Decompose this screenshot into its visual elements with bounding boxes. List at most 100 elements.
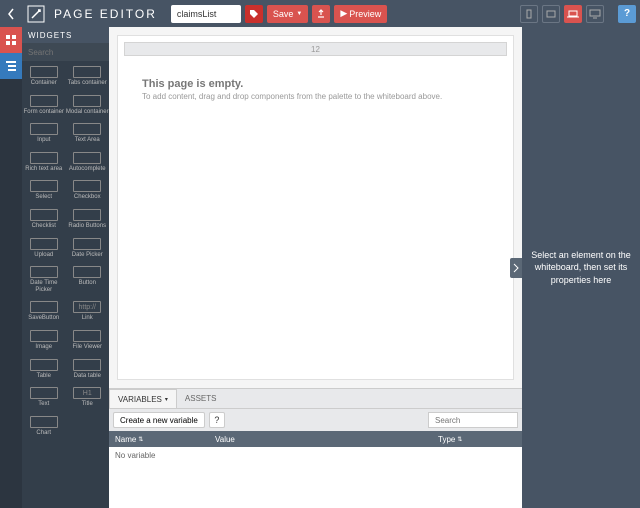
widget-icon — [73, 180, 101, 192]
widget-icon — [73, 209, 101, 221]
widget-label: Radio Buttons — [68, 223, 106, 230]
help-button[interactable]: ? — [618, 5, 636, 23]
widget-title[interactable]: H1Title — [66, 386, 110, 409]
col-name[interactable]: Name⇅ — [109, 431, 209, 447]
preview-button[interactable]: ▶ Preview — [334, 5, 387, 23]
widget-label: Table — [37, 373, 51, 380]
save-button[interactable]: Save ▼ — [267, 5, 308, 23]
widget-icon — [30, 266, 58, 278]
widget-icon — [30, 152, 58, 164]
column-ruler[interactable]: 12 — [124, 42, 507, 56]
chevron-left-icon — [7, 8, 15, 20]
col-type[interactable]: Type⇅ — [432, 431, 522, 447]
widget-container[interactable]: Container — [22, 65, 66, 88]
widgets-search[interactable] — [22, 43, 109, 61]
question-icon: ? — [624, 8, 630, 19]
widget-icon — [73, 266, 101, 278]
canvas[interactable]: 12 This page is empty. To add content, d… — [109, 27, 522, 388]
widget-icon — [30, 301, 58, 313]
variables-search[interactable] — [428, 412, 518, 428]
create-variable-button[interactable]: Create a new variable — [113, 412, 205, 428]
widget-form-container[interactable]: Form container — [22, 94, 66, 117]
widget-label: Select — [35, 194, 52, 201]
widget-label: Autocomplete — [69, 166, 106, 173]
export-button[interactable] — [312, 5, 330, 23]
widget-checkbox[interactable]: Checkbox — [66, 179, 110, 202]
tab-assets[interactable]: ASSETS — [177, 389, 225, 408]
widget-select[interactable]: Select — [22, 179, 66, 202]
widget-radio-buttons[interactable]: Radio Buttons — [66, 208, 110, 231]
widget-label: Date Picker — [72, 252, 103, 259]
widget-label: Chart — [36, 430, 51, 437]
widget-label: Modal container — [66, 109, 109, 116]
widget-label: Date Time Picker — [22, 280, 66, 293]
width-sm-button[interactable] — [542, 5, 560, 23]
widget-label: Checkbox — [74, 194, 101, 201]
laptop-icon — [567, 9, 579, 19]
page-name-input[interactable] — [171, 5, 241, 23]
widget-icon — [30, 416, 58, 428]
widget-upload[interactable]: Upload — [22, 237, 66, 260]
widget-checklist[interactable]: Checklist — [22, 208, 66, 231]
width-lg-button[interactable] — [586, 5, 604, 23]
widget-image[interactable]: Image — [22, 329, 66, 352]
bottom-panel: VARIABLES ▾ ASSETS Create a new variable… — [109, 388, 522, 508]
widget-icon — [73, 330, 101, 342]
widget-date-time-picker[interactable]: Date Time Picker — [22, 265, 66, 294]
widget-icon — [30, 330, 58, 342]
rail-widgets[interactable] — [0, 27, 22, 53]
widget-icon: H1 — [73, 387, 101, 399]
tree-icon — [5, 60, 17, 72]
widget-label: Data table — [74, 373, 101, 380]
grid-icon — [5, 34, 17, 46]
properties-panel: Select an element on the whiteboard, the… — [522, 27, 640, 508]
phone-icon — [525, 9, 533, 19]
widget-file-viewer[interactable]: File Viewer — [66, 329, 110, 352]
widget-chart[interactable]: Chart — [22, 415, 66, 438]
chevron-right-icon — [513, 263, 519, 273]
empty-state: This page is empty. To add content, drag… — [118, 62, 513, 117]
empty-subtitle: To add content, drag and drop components… — [142, 92, 489, 101]
widget-label: Text — [38, 401, 49, 408]
preview-label: Preview — [349, 9, 381, 19]
save-label: Save — [273, 9, 294, 19]
widget-date-picker[interactable]: Date Picker — [66, 237, 110, 260]
widget-text-area[interactable]: Text Area — [66, 122, 110, 145]
widget-label: Button — [79, 280, 96, 287]
widget-icon — [73, 152, 101, 164]
widget-modal-container[interactable]: Modal container — [66, 94, 110, 117]
widget-icon — [30, 180, 58, 192]
back-button[interactable] — [0, 0, 22, 27]
width-xs-button[interactable] — [520, 5, 538, 23]
widget-icon — [30, 66, 58, 78]
widget-table[interactable]: Table — [22, 358, 66, 381]
widgets-palette: WIDGETS ContainerTabs containerForm cont… — [22, 27, 109, 508]
app-logo — [26, 4, 46, 24]
widget-link[interactable]: http:// Link — [66, 300, 110, 323]
widget-autocomplete[interactable]: Autocomplete — [66, 151, 110, 174]
widget-tabs-container[interactable]: Tabs container — [66, 65, 110, 88]
tag-button[interactable] — [245, 5, 263, 23]
properties-placeholder: Select an element on the whiteboard, the… — [530, 249, 632, 287]
rail-tree[interactable] — [0, 53, 22, 79]
center-area: 12 This page is empty. To add content, d… — [109, 27, 522, 508]
widget-rich-text-area[interactable]: Rich text area — [22, 151, 66, 174]
widget-label: Link — [82, 315, 93, 322]
widget-icon: http:// — [73, 301, 101, 313]
properties-collapse[interactable] — [510, 258, 522, 278]
tag-icon — [249, 9, 259, 19]
widget-label: Checklist — [32, 223, 56, 230]
col-value[interactable]: Value — [209, 431, 432, 447]
widget-input[interactable]: Input — [22, 122, 66, 145]
widget-icon — [73, 238, 101, 250]
widget-icon — [73, 95, 101, 107]
tab-variables[interactable]: VARIABLES ▾ — [109, 389, 177, 408]
variable-help-button[interactable]: ? — [209, 412, 225, 428]
widget-data-table[interactable]: Data table — [66, 358, 110, 381]
widget-savebutton[interactable]: SaveButton — [22, 300, 66, 323]
widget-button[interactable]: Button — [66, 265, 110, 294]
caret-down-icon: ▼ — [296, 11, 302, 17]
widget-text[interactable]: Text — [22, 386, 66, 409]
width-md-button[interactable] — [564, 5, 582, 23]
caret-down-icon: ▾ — [165, 396, 168, 403]
